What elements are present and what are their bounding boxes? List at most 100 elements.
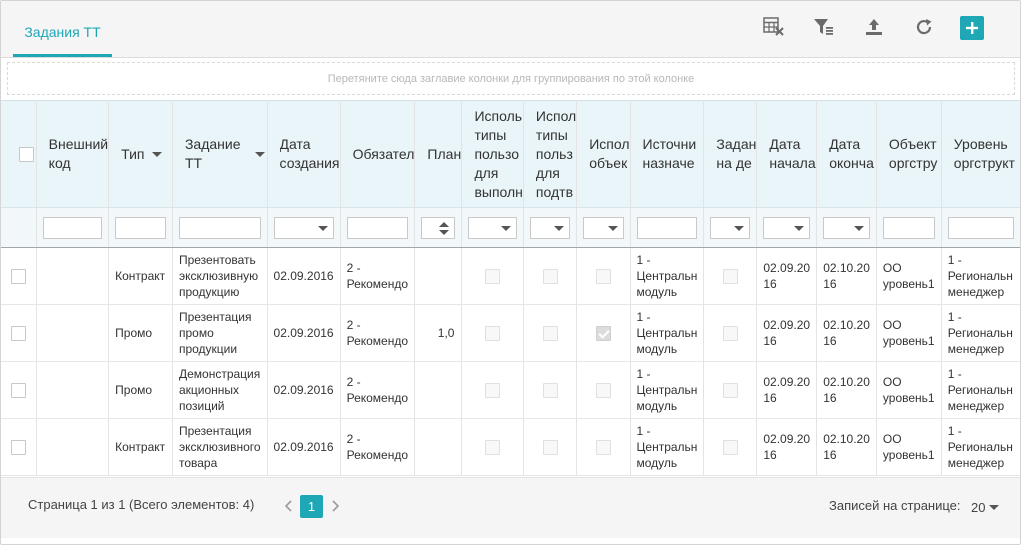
cell-source: 1 - Центральн модуль	[630, 247, 705, 305]
cell-type: Промо	[108, 304, 173, 362]
col-assign-source[interactable]: Источни назначе	[630, 100, 705, 208]
cell-org-object: ОО уровень1	[876, 247, 942, 305]
plus-icon	[966, 22, 978, 34]
row-select-checkbox[interactable]	[10, 439, 26, 455]
add-button[interactable]	[960, 16, 984, 40]
cell-created: 02.09.2016	[267, 304, 341, 362]
col-created[interactable]: Дата создания	[267, 100, 341, 208]
filter-row	[1, 207, 1020, 248]
col-required[interactable]: Обязател	[340, 100, 416, 208]
cell-source: 1 - Центральн модуль	[630, 361, 705, 419]
filter-required-input[interactable]	[346, 216, 409, 239]
cell-org-object: ОО уровень1	[876, 304, 942, 362]
cell-used-object-checkbox	[595, 268, 611, 284]
select-all-header[interactable]	[1, 100, 37, 208]
prev-page-button[interactable]	[281, 496, 295, 516]
cell-used-types-exec-checkbox	[485, 439, 501, 455]
chevron-down-icon	[853, 225, 864, 231]
filter-source-input[interactable]	[636, 216, 698, 239]
filter-type-input[interactable]	[115, 216, 166, 239]
upload-icon[interactable]	[861, 14, 887, 40]
filter-icon[interactable]	[811, 14, 837, 40]
data-grid: Внешний код Тип Задание ТТ Дата создания…	[1, 100, 1020, 476]
cell-external-code	[36, 247, 110, 305]
cell-org-object: ОО уровень1	[876, 361, 942, 419]
chevron-down-icon[interactable]	[254, 151, 265, 157]
cell-used-types-confirm-checkbox	[542, 382, 558, 398]
col-type[interactable]: Тип	[108, 100, 173, 208]
header-row: Внешний код Тип Задание ТТ Дата создания…	[1, 100, 1020, 208]
col-used-object[interactable]: Испол объек	[576, 100, 631, 208]
page-1-button[interactable]: 1	[300, 495, 323, 518]
chevron-right-icon	[332, 500, 340, 512]
filter-end-date-select[interactable]	[823, 216, 870, 239]
page-size-select[interactable]: 20	[971, 496, 1011, 518]
filter-org-object-input[interactable]	[882, 216, 935, 239]
row-select-checkbox[interactable]	[10, 325, 26, 341]
cell-start-date: 02.09.20 16	[756, 304, 818, 362]
row-select-checkbox[interactable]	[10, 382, 26, 398]
col-end-date[interactable]: Дата оконча	[816, 100, 877, 208]
cell-plan: 1,0	[414, 304, 463, 362]
cell-task-per-day-checkbox	[722, 382, 738, 398]
cell-task-per-day-checkbox	[722, 439, 738, 455]
chevron-down-icon	[554, 225, 565, 231]
filter-used-types-exec-select[interactable]	[468, 216, 517, 239]
select-all-checkbox[interactable]	[19, 146, 34, 162]
chevron-down-icon	[989, 504, 1000, 510]
cell-task: Презентовать эксклюзивную продукцию	[172, 247, 268, 305]
table-row[interactable]: Контракт Презентовать эксклюзивную проду…	[1, 247, 1020, 305]
spin-up-icon[interactable]	[439, 221, 450, 227]
table-row[interactable]: Промо Демонстрация акционных позиций 02.…	[1, 361, 1020, 419]
col-plan[interactable]: План	[414, 100, 463, 208]
cell-end-date: 02.10.20 16	[816, 304, 877, 362]
spin-down-icon[interactable]	[439, 229, 450, 235]
col-external-code[interactable]: Внешний код	[36, 100, 110, 208]
chevron-down-icon	[500, 225, 511, 231]
col-org-level[interactable]: Уровень оргструкт	[941, 100, 1020, 208]
table-row[interactable]: Промо Презентация промо продукции 02.09.…	[1, 304, 1020, 362]
col-start-date[interactable]: Дата начала	[756, 100, 818, 208]
filter-task-input[interactable]	[178, 216, 261, 239]
cell-used-types-exec-checkbox	[485, 382, 501, 398]
group-drop-panel[interactable]: Перетяните сюда заглавие колонки для гру…	[7, 62, 1015, 95]
filter-used-object-select[interactable]	[583, 216, 624, 239]
table-row[interactable]: Контракт Презентация эксклюзивного товар…	[1, 418, 1020, 476]
cell-external-code	[36, 304, 110, 362]
filter-org-level-input[interactable]	[947, 216, 1014, 239]
col-org-object[interactable]: Объект оргстру	[876, 100, 942, 208]
filter-external-code-input[interactable]	[42, 216, 103, 239]
cell-required: 2 - Рекомендо	[340, 304, 416, 362]
cell-used-object-checkbox	[595, 325, 611, 341]
cell-used-types-exec-checkbox	[485, 325, 501, 341]
chevron-left-icon	[284, 500, 292, 512]
cell-task-per-day-checkbox	[722, 268, 738, 284]
tab-tasks[interactable]: Задания ТТ	[13, 10, 112, 57]
cell-org-object: ОО уровень1	[876, 418, 942, 476]
col-task[interactable]: Задание ТТ	[172, 100, 268, 208]
cell-org-level: 1 - Региональн менеджер	[941, 304, 1020, 362]
cell-start-date: 02.09.20 16	[756, 418, 818, 476]
col-used-user-types-exec[interactable]: Исполь типы пользо для выполн	[461, 100, 524, 208]
filter-task-per-day-select[interactable]	[710, 216, 751, 239]
cell-required: 2 - Рекомендо	[340, 418, 416, 476]
cell-task: Презентация эксклюзивного товара	[172, 418, 268, 476]
filter-created-select[interactable]	[273, 216, 334, 239]
row-select-checkbox[interactable]	[10, 268, 26, 284]
filter-start-date-select[interactable]	[763, 216, 811, 239]
filter-plan-spinner[interactable]	[421, 216, 456, 239]
cell-required: 2 - Рекомендо	[340, 361, 416, 419]
refresh-icon[interactable]	[911, 14, 937, 40]
cell-source: 1 - Центральн модуль	[630, 304, 705, 362]
cell-org-level: 1 - Региональн менеджер	[941, 247, 1020, 305]
col-used-user-types-confirm[interactable]: Испол типы польз для подтв	[523, 100, 578, 208]
next-page-button[interactable]	[329, 496, 343, 516]
clear-filter-table-icon[interactable]	[761, 14, 787, 40]
filter-used-types-confirm-select[interactable]	[529, 216, 571, 239]
col-task-per-day[interactable]: Задан на де	[703, 100, 758, 208]
chevron-down-icon[interactable]	[152, 151, 163, 157]
cell-required: 2 - Рекомендо	[340, 247, 416, 305]
cell-source: 1 - Центральн модуль	[630, 418, 705, 476]
grid-table: Внешний код Тип Задание ТТ Дата создания…	[1, 100, 1020, 476]
cell-external-code	[36, 418, 110, 476]
